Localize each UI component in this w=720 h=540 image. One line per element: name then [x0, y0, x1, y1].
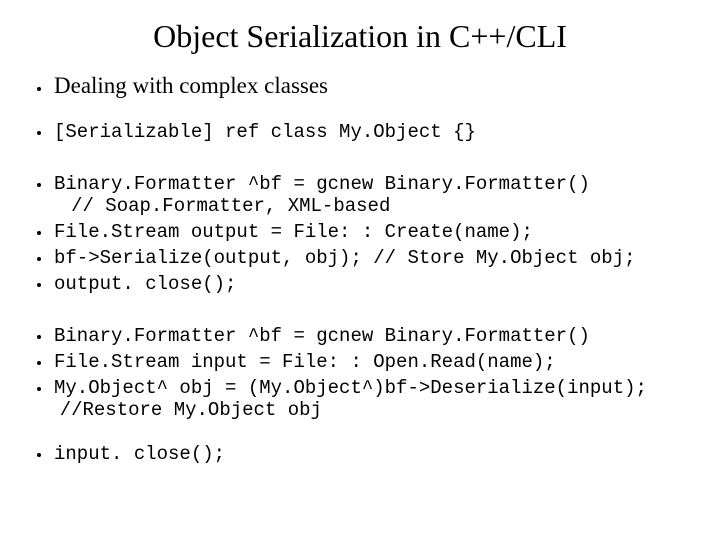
- code-line: output. close();: [54, 273, 236, 295]
- code-bullet: File.Stream input = File: : Open.Read(na…: [52, 351, 692, 373]
- code-line: My.Object^ obj = (My.Object^)bf->Deseria…: [54, 377, 647, 399]
- slide-title: Object Serialization in C++/CLI: [28, 18, 692, 55]
- code-bullet: Binary.Formatter ^bf = gcnew Binary.Form…: [52, 173, 692, 217]
- code-line: input. close();: [54, 443, 225, 465]
- spacer: [52, 103, 692, 117]
- code-bullet: My.Object^ obj = (My.Object^)bf->Deseria…: [52, 377, 692, 421]
- code-line: File.Stream output = File: : Create(name…: [54, 221, 533, 243]
- code-bullet: File.Stream output = File: : Create(name…: [52, 221, 692, 243]
- code-line-continuation: // Soap.Formatter, XML-based: [60, 195, 692, 217]
- code-line: bf->Serialize(output, obj); // Store My.…: [54, 247, 636, 269]
- code-line: Binary.Formatter ^bf = gcnew Binary.Form…: [54, 173, 590, 195]
- code-bullet: Binary.Formatter ^bf = gcnew Binary.Form…: [52, 325, 692, 347]
- slide: Object Serialization in C++/CLI Dealing …: [0, 0, 720, 540]
- subhead-bullet: Dealing with complex classes: [52, 73, 692, 99]
- code-bullet: output. close();: [52, 273, 692, 295]
- code-line: File.Stream input = File: : Open.Read(na…: [54, 351, 556, 373]
- code-bullet: bf->Serialize(output, obj); // Store My.…: [52, 247, 692, 269]
- spacer: [52, 425, 692, 439]
- subhead-text: Dealing with complex classes: [54, 73, 328, 98]
- code-line: Binary.Formatter ^bf = gcnew Binary.Form…: [54, 325, 590, 347]
- spacer: [52, 299, 692, 321]
- bullet-list: Dealing with complex classes [Serializab…: [28, 73, 692, 465]
- code-line-continuation: //Restore My.Object obj: [60, 399, 692, 421]
- code-bullet: [Serializable] ref class My.Object {}: [52, 121, 692, 143]
- code-bullet: input. close();: [52, 443, 692, 465]
- spacer: [52, 147, 692, 169]
- code-line: [Serializable] ref class My.Object {}: [54, 121, 476, 143]
